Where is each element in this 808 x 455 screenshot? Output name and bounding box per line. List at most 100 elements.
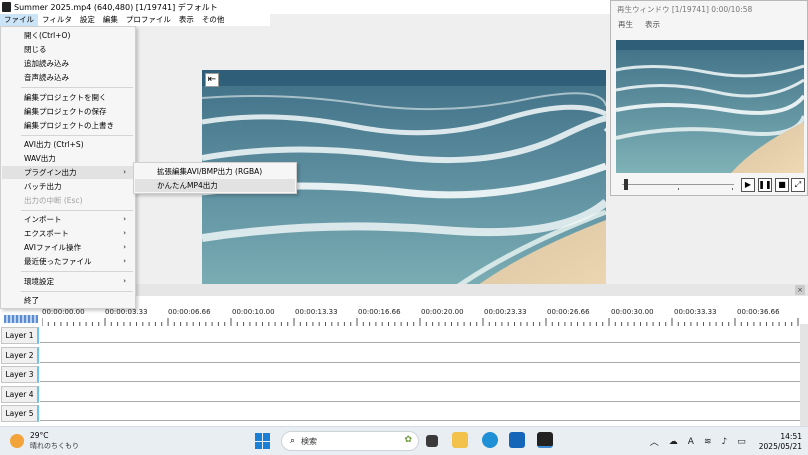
- menu-item-label: 閉じる: [24, 45, 47, 54]
- tick-label: 00:00:30.00: [611, 308, 654, 316]
- menu-item-label: WAV出力: [24, 154, 56, 163]
- menu-item-label: 追加読み込み: [24, 59, 69, 68]
- tick-label: 00:00:03.33: [105, 308, 148, 316]
- menu-item-label: AVI出力 (Ctrl+S): [24, 140, 84, 149]
- menu-edit[interactable]: 編集: [99, 14, 122, 26]
- menu-item-open-project[interactable]: 編集プロジェクトを開く: [2, 91, 134, 104]
- aviutl-app-icon[interactable]: [537, 432, 553, 448]
- menu-item-exit[interactable]: 終了: [2, 294, 134, 307]
- layer-track[interactable]: [40, 420, 800, 421]
- ime-icon[interactable]: A: [688, 437, 694, 447]
- layer-track[interactable]: [40, 342, 800, 343]
- layer-label[interactable]: Layer 5: [1, 405, 39, 422]
- preview-menu-view[interactable]: 表示: [642, 19, 663, 31]
- tick-label: 00:00:13.33: [295, 308, 338, 316]
- menu-view[interactable]: 表示: [175, 14, 198, 26]
- preview-controls: ▶ ❚❚ ■ ⤢: [616, 177, 805, 193]
- layer-row[interactable]: Layer 4: [0, 385, 808, 404]
- menu-item-save-project[interactable]: 編集プロジェクトの保存: [2, 105, 134, 118]
- menu-other[interactable]: その他: [198, 14, 229, 26]
- task-view-icon[interactable]: [426, 435, 438, 447]
- submenu-item-extended-avi-bmp[interactable]: 拡張編集AVI/BMP出力 (RGBA): [135, 165, 295, 178]
- menu-item-label: エクスポート: [24, 229, 69, 238]
- file-menu: 開く(Ctrl+O) 閉じる 追加読み込み 音声読み込み 編集プロジェクトを開く…: [0, 26, 136, 309]
- layer-row[interactable]: Layer 1: [0, 326, 808, 345]
- menu-item-recent-files[interactable]: 最近使ったファイル ›: [2, 255, 134, 268]
- menu-item-batch-output[interactable]: バッチ出力: [2, 180, 134, 193]
- weather-temp: 29°C: [30, 431, 49, 440]
- submenu-item-easy-mp4[interactable]: かんたんMP4出力: [135, 179, 295, 192]
- store-icon[interactable]: [509, 432, 525, 448]
- menu-item-label: AVIファイル操作: [24, 243, 81, 252]
- menu-item-close[interactable]: 閉じる: [2, 43, 134, 56]
- file-explorer-icon[interactable]: [452, 432, 468, 448]
- play-icon[interactable]: ▶: [741, 178, 755, 192]
- layer-row[interactable]: Layer 2: [0, 346, 808, 365]
- layer-label[interactable]: Layer 4: [1, 386, 39, 403]
- wifi-icon[interactable]: ≋: [704, 437, 712, 447]
- edge-browser-icon[interactable]: [482, 432, 498, 448]
- clock[interactable]: 14:51 2025/05/21: [759, 432, 802, 452]
- tick-label: 00:00:26.66: [547, 308, 590, 316]
- collapse-icon[interactable]: ⇤: [205, 73, 219, 87]
- menu-item-avi-output[interactable]: AVI出力 (Ctrl+S): [2, 138, 134, 151]
- layer-label[interactable]: Layer 1: [1, 327, 39, 344]
- taskbar-search[interactable]: ⌕ 検索 ✿: [281, 431, 419, 451]
- menu-file[interactable]: ファイル: [0, 14, 38, 26]
- menu-item-import[interactable]: インポート ›: [2, 213, 134, 226]
- preview-title: 再生ウィンドウ [1/19741] 0:00/10:58: [617, 5, 753, 14]
- seek-thumb[interactable]: [624, 179, 628, 190]
- search-icon: ⌕: [290, 436, 296, 446]
- seek-marker: [732, 188, 733, 190]
- menu-item-plugin-output[interactable]: プラグイン出力 ›: [2, 166, 134, 179]
- taskbar: 29°C 晴れのちくもり ⌕ 検索 ✿ ︿ ☁ A ≋ ♪ ▭ 14:51 20…: [0, 426, 808, 455]
- volume-icon[interactable]: ♪: [722, 437, 728, 447]
- seek-marker: [678, 188, 679, 190]
- menu-item-label: 編集プロジェクトの保存: [24, 107, 107, 116]
- battery-icon[interactable]: ▭: [737, 437, 746, 447]
- menu-profile[interactable]: プロファイル: [122, 14, 175, 26]
- app-icon: [2, 2, 11, 12]
- menu-item-overwrite-project[interactable]: 編集プロジェクトの上書き: [2, 119, 134, 132]
- pause-icon[interactable]: ❚❚: [758, 178, 772, 192]
- menu-item-label: 拡張編集AVI/BMP出力 (RGBA): [157, 167, 263, 176]
- cloud-icon[interactable]: ☁: [669, 437, 678, 447]
- plugin-output-submenu: 拡張編集AVI/BMP出力 (RGBA) かんたんMP4出力: [133, 162, 297, 194]
- menu-item-open[interactable]: 開く(Ctrl+O): [2, 29, 134, 42]
- menu-item-export[interactable]: エクスポート ›: [2, 227, 134, 240]
- timeline-scrollbar[interactable]: [800, 324, 808, 426]
- tick-label: 00:00:36.66: [737, 308, 780, 316]
- tick-label: 00:00:20.00: [421, 308, 464, 316]
- expand-icon[interactable]: ⤢: [791, 178, 805, 192]
- menu-item-environment-settings[interactable]: 環境設定 ›: [2, 275, 134, 288]
- layer-label[interactable]: Layer 2: [1, 347, 39, 364]
- layer-label[interactable]: Layer 3: [1, 366, 39, 383]
- menu-item-label: インポート: [24, 215, 62, 224]
- timeline-ticks: [42, 318, 799, 326]
- layer-row[interactable]: Layer 3: [0, 365, 808, 384]
- preview-window: 再生ウィンドウ [1/19741] 0:00/10:58 再生 表示 ▶ ❚❚ …: [610, 0, 808, 196]
- weather-widget[interactable]: 29°C 晴れのちくもり: [10, 431, 79, 451]
- tick-label: 00:00:33.33: [674, 308, 717, 316]
- stop-icon[interactable]: ■: [775, 178, 789, 192]
- layer-track[interactable]: [40, 381, 800, 382]
- timeline: 00:00:00.00 00:00:03.33 00:00:06.66 00:0…: [0, 296, 808, 426]
- menu-item-append[interactable]: 追加読み込み: [2, 57, 134, 70]
- layer-track[interactable]: [40, 362, 800, 363]
- close-icon[interactable]: ×: [795, 285, 805, 295]
- weather-sun-icon: [10, 434, 24, 448]
- tick-label: 00:00:10.00: [232, 308, 275, 316]
- windows-start-icon[interactable]: [255, 433, 271, 449]
- menu-settings[interactable]: 設定: [76, 14, 99, 26]
- menu-separator: [21, 271, 133, 272]
- seek-bar[interactable]: [622, 184, 734, 185]
- menu-filter[interactable]: フィルタ: [38, 14, 76, 26]
- menu-item-abort-output: 出力の中断 (Esc): [2, 194, 134, 207]
- chevron-up-icon[interactable]: ︿: [650, 435, 659, 448]
- layer-track[interactable]: [40, 401, 800, 402]
- menu-item-avi-operations[interactable]: AVIファイル操作 ›: [2, 241, 134, 254]
- preview-menu-play[interactable]: 再生: [615, 19, 636, 31]
- menu-item-audio-load[interactable]: 音声読み込み: [2, 71, 134, 84]
- menu-item-wav-output[interactable]: WAV出力: [2, 152, 134, 165]
- layer-row[interactable]: Layer 5: [0, 404, 808, 423]
